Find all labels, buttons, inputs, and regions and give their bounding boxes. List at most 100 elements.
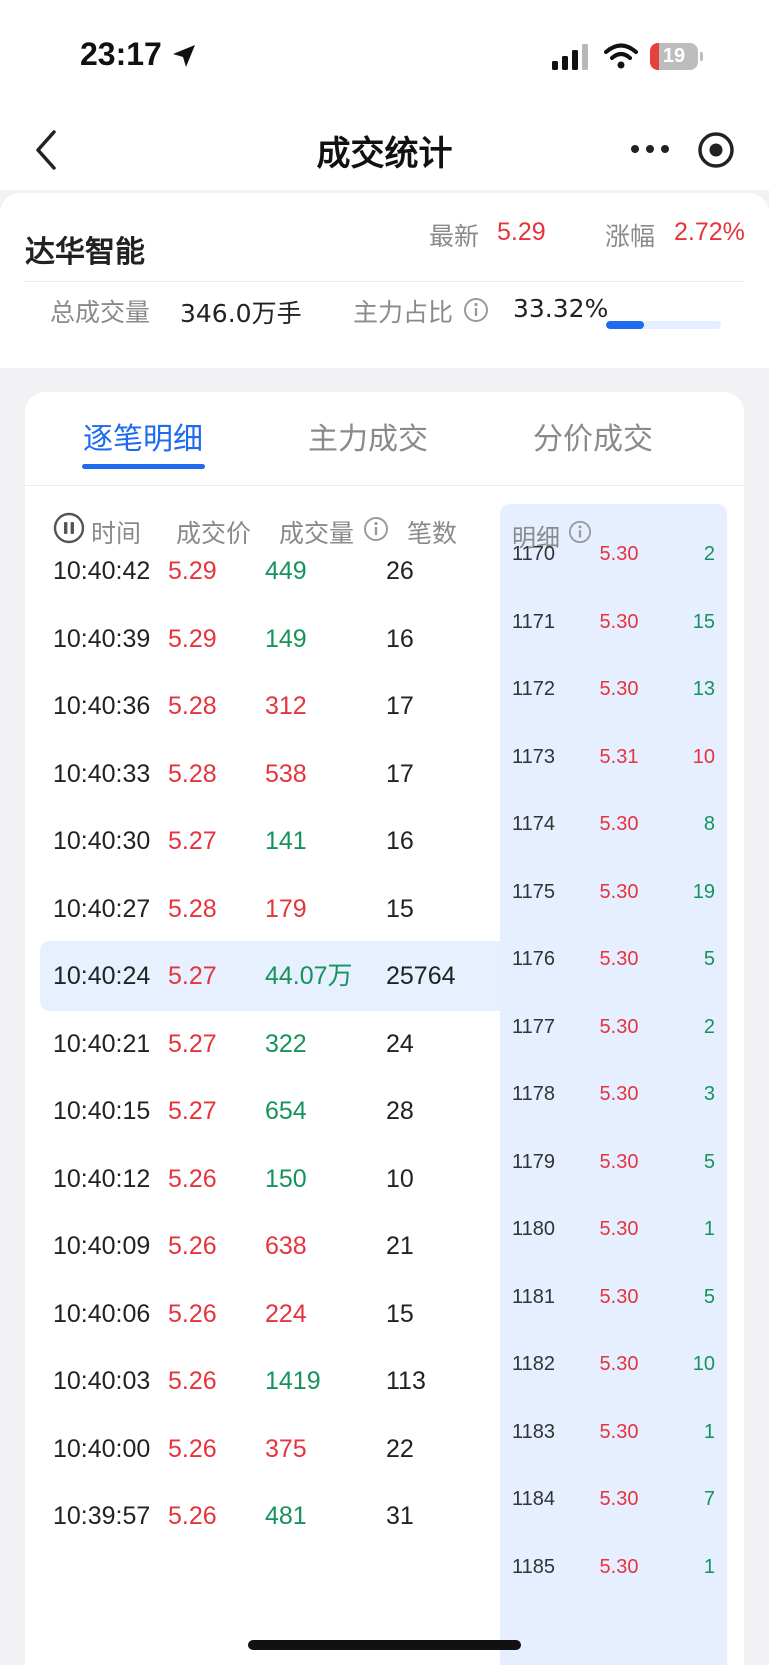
- trade-volume: 449: [265, 557, 307, 585]
- detail-price: 5.30: [599, 1218, 639, 1240]
- detail-price: 5.30: [599, 1083, 639, 1105]
- trade-count: 16: [386, 624, 414, 653]
- detail-count: 13: [692, 678, 715, 700]
- table-row[interactable]: 10:39:57 5.26 481 31: [40, 1481, 500, 1551]
- info-icon[interactable]: [463, 297, 489, 323]
- detail-price: 5.30: [599, 1150, 639, 1173]
- trade-price: 5.27: [168, 962, 217, 990]
- trade-time: 10:40:12: [53, 1164, 151, 1193]
- detail-price: 5.30: [599, 678, 639, 700]
- table-row[interactable]: 10:40:27 5.28 179 15: [40, 874, 500, 944]
- list-item: 1175 5.30 19: [500, 874, 727, 910]
- table-row[interactable]: 10:40:33 5.28 538 17: [40, 739, 500, 809]
- trade-time: 10:40:36: [53, 692, 151, 720]
- latest-label: 最新: [429, 222, 480, 251]
- detail-seq: 1181: [512, 1285, 556, 1308]
- trade-price: 5.28: [168, 894, 217, 923]
- detail-count: 15: [692, 610, 715, 633]
- main-ratio-label: 主力占比: [353, 298, 454, 327]
- trade-time: 10:40:06: [53, 1299, 151, 1328]
- trade-count: 26: [386, 557, 414, 585]
- trade-count: 15: [386, 1299, 414, 1328]
- trade-volume: 1419: [265, 1367, 321, 1395]
- list-item: 1174 5.30 8: [500, 806, 727, 842]
- detail-count: 2: [703, 543, 715, 565]
- list-item: 1171 5.30 15: [500, 604, 727, 640]
- trade-time: 10:40:09: [53, 1232, 151, 1260]
- list-item: 1179 5.30 5: [500, 1144, 727, 1180]
- table-row[interactable]: 10:40:15 5.27 654 28: [40, 1076, 500, 1146]
- detail-seq: 1177: [512, 1015, 556, 1038]
- tab-3[interactable]: 分价成交: [493, 414, 693, 458]
- list-item: 1180 5.30 1: [500, 1211, 727, 1247]
- detail-price: 5.30: [599, 1420, 639, 1443]
- trade-count: 113: [386, 1367, 426, 1395]
- table-row[interactable]: 10:40:00 5.26 375 22: [40, 1414, 500, 1484]
- detail-seq: 1171: [512, 610, 556, 633]
- detail-price: 5.30: [599, 543, 639, 565]
- table-row[interactable]: 10:40:03 5.26 1419 113: [40, 1346, 500, 1416]
- detail-count: 5: [703, 1285, 715, 1308]
- trade-count: 10: [386, 1164, 414, 1193]
- table-row[interactable]: 10:40:42 5.29 449 26: [40, 536, 500, 606]
- table-row[interactable]: 10:40:09 5.26 638 21: [40, 1211, 500, 1281]
- list-item: 1185 5.30 1: [500, 1549, 727, 1585]
- summary-divider: [25, 281, 744, 282]
- trade-count: 21: [386, 1232, 414, 1260]
- detail-card: 逐笔明细 主力成交 分价成交 时间 成交价 成交量 笔数 10:40:42 5.29 4…: [25, 392, 744, 1665]
- trade-volume: 654: [265, 1097, 307, 1125]
- table-row[interactable]: 10:40:30 5.27 141 16: [40, 806, 500, 876]
- list-item: 1181 5.30 5: [500, 1279, 727, 1315]
- active-tab-indicator: [82, 464, 205, 469]
- list-item: 1176 5.30 5: [500, 941, 727, 977]
- table-row[interactable]: 10:40:36 5.28 312 17: [40, 671, 500, 741]
- battery-level: 19: [662, 45, 686, 67]
- list-item: 1178 5.30 3: [500, 1076, 727, 1112]
- trade-volume: 44.07万: [265, 962, 353, 990]
- detail-seq: 1182: [512, 1353, 556, 1375]
- trade-time: 10:39:57: [53, 1502, 151, 1530]
- detail-price: 5.30: [599, 1353, 639, 1375]
- detail-seq: 1180: [512, 1218, 556, 1240]
- table-row[interactable]: 10:40:24 5.27 44.07万 25764: [40, 941, 500, 1011]
- close-miniprogram-icon[interactable]: [696, 130, 736, 170]
- total-volume-value: 346.0万手: [180, 299, 302, 328]
- table-row[interactable]: 10:40:39 5.29 149 16: [40, 604, 500, 674]
- main-ratio-bar: [606, 321, 721, 329]
- more-icon[interactable]: [630, 136, 670, 162]
- trade-volume: 179: [265, 894, 307, 923]
- detail-panel[interactable]: 明细 1170 5.30 2 1171 5.30 15 1172 5.30 13 1173 5.31…: [500, 504, 727, 1665]
- trade-time: 10:40:21: [53, 1029, 151, 1058]
- detail-count: 8: [703, 813, 715, 835]
- tab-1[interactable]: 逐笔明细: [43, 414, 243, 458]
- list-item: 1183 5.30 1: [500, 1414, 727, 1450]
- trade-volume: 375: [265, 1434, 307, 1463]
- tab-2[interactable]: 主力成交: [268, 414, 468, 458]
- wifi-icon: [604, 43, 638, 69]
- trade-count: 24: [386, 1029, 414, 1058]
- trade-price: 5.28: [168, 692, 217, 720]
- list-item: 1173 5.31 10: [500, 739, 727, 775]
- trade-volume: 638: [265, 1232, 307, 1260]
- detail-count: 2: [703, 1015, 715, 1038]
- trade-volume: 149: [265, 624, 307, 653]
- table-row[interactable]: 10:40:21 5.27 322 24: [40, 1009, 500, 1079]
- detail-count: 1: [703, 1420, 715, 1443]
- detail-seq: 1172: [512, 678, 556, 700]
- nav-bar: 成交统计: [0, 110, 769, 190]
- table-row[interactable]: 10:40:06 5.26 224 15: [40, 1279, 500, 1349]
- trade-price: 5.26: [168, 1434, 217, 1463]
- trade-volume: 538: [265, 759, 307, 788]
- list-item: 1182 5.30 10: [500, 1346, 727, 1382]
- detail-seq: 1175: [512, 880, 556, 903]
- detail-seq: 1176: [512, 948, 556, 970]
- trade-volume: 150: [265, 1164, 307, 1193]
- change-percent: 2.72%: [674, 218, 745, 246]
- trade-count: 17: [386, 759, 414, 788]
- detail-count: 10: [692, 1353, 715, 1375]
- trade-time: 10:40:24: [53, 962, 151, 990]
- total-volume-label: 总成交量: [50, 298, 151, 327]
- detail-price: 5.30: [599, 948, 639, 970]
- table-row[interactable]: 10:40:12 5.26 150 10: [40, 1144, 500, 1214]
- detail-seq: 1183: [512, 1420, 556, 1443]
